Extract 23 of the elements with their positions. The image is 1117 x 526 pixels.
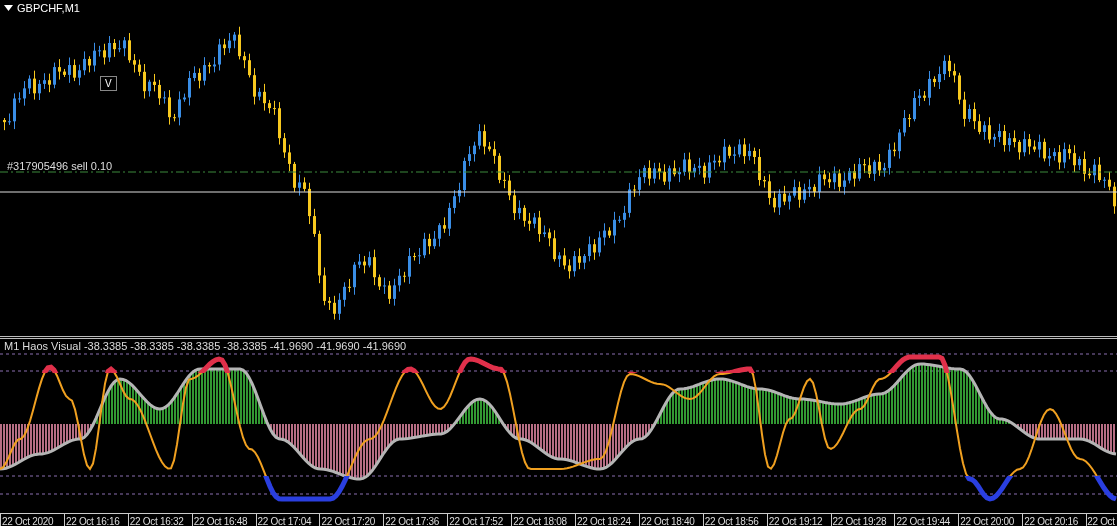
time-label: 22 Oct 18:40 xyxy=(638,514,703,526)
order-label: #317905496 sell 0.10 xyxy=(7,160,113,172)
time-label: 22 Oct 17:36 xyxy=(383,514,448,526)
trade-marker-label: V xyxy=(100,76,117,91)
time-label: 22 Oct 18:24 xyxy=(575,514,639,526)
time-label: 22 Oct 17:20 xyxy=(319,514,384,526)
time-label: 22 Oct 18:08 xyxy=(511,514,575,526)
time-label: 22 Oct 18:56 xyxy=(702,514,767,526)
time-label: 22 Oct 17:52 xyxy=(447,514,512,526)
time-label: 22 Oct 19:12 xyxy=(766,514,831,526)
time-label: 22 Oct 20:16 xyxy=(1022,514,1087,526)
time-label: 22 Oct 19:44 xyxy=(894,514,959,526)
chart-symbol-title: GBPCHF,M1 xyxy=(17,2,80,14)
time-label: 22 Oct 20:00 xyxy=(958,514,1023,526)
time-label: 22 Oct 19:28 xyxy=(830,514,895,526)
time-label: 22 Oct 2020 xyxy=(0,514,64,526)
dropdown-triangle-icon[interactable] xyxy=(4,5,13,11)
time-label: 22 Oct 16:32 xyxy=(127,514,192,526)
time-label: 22 Oct 16:16 xyxy=(63,514,128,526)
time-label: 22 Oct 17:04 xyxy=(255,514,320,526)
time-label: 22 Oct 16:48 xyxy=(191,514,256,526)
indicator-title: M1 Haos Visual -38.3385 -38.3385 -38.3385 -38.3385 -41.9690 -41.9690 -41.9690 xyxy=(4,340,407,352)
time-label: 22 Oct xyxy=(1086,514,1115,526)
